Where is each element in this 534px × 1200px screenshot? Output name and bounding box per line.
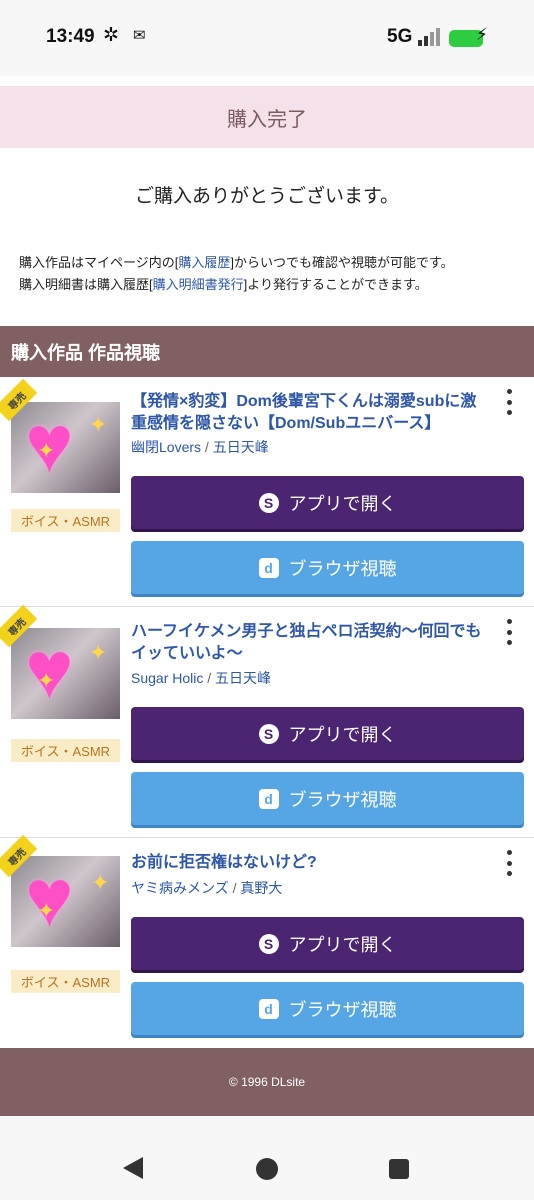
genre-badge: ボイス・ASMR (11, 970, 120, 993)
mail-icon: ✉ (133, 27, 146, 44)
network-type: 5G (387, 26, 413, 47)
divider (0, 606, 534, 607)
dlsite-app-icon: S (258, 492, 279, 513)
open-in-app-label: アプリで開く (288, 934, 397, 955)
work-title[interactable]: お前に拒否権はないけど? (131, 852, 491, 874)
open-in-app-button[interactable]: S アプリで開く (131, 476, 524, 529)
fan-icon: ✲ (103, 25, 119, 46)
genre-badge: ボイス・ASMR (11, 739, 120, 762)
browser-play-label: ブラウザ視聴 (288, 558, 397, 579)
author-link[interactable]: 五日天峰 (215, 670, 271, 686)
meta-separator: / (201, 439, 213, 455)
browser-play-label: ブラウザ視聴 (288, 789, 397, 810)
circle-link[interactable]: ヤミ病みメンズ (131, 880, 229, 896)
open-in-app-label: アプリで開く (288, 724, 397, 745)
open-in-app-button[interactable]: S アプリで開く (131, 707, 524, 760)
sparkle-icon: ✦ (91, 870, 110, 895)
browser-play-icon: d (258, 998, 279, 1019)
work-thumbnail[interactable]: ♥ ✦ ✦ (11, 856, 120, 947)
more-menu-icon[interactable] (500, 389, 518, 415)
divider (0, 837, 534, 838)
sparkle-icon: ✦ (37, 898, 56, 923)
sparkle-icon: ✦ (37, 668, 56, 693)
signal-icon (418, 28, 440, 46)
work-title[interactable]: 【発情×豹変】Dom後輩宮下くんは溺愛subに激重感情を隠さない【Dom/Sub… (131, 391, 491, 435)
sparkle-icon: ✦ (89, 640, 108, 665)
copyright: © 1996 DLsite (228, 1075, 306, 1089)
circle-link[interactable]: 幽閉Lovers (131, 439, 201, 455)
more-menu-icon[interactable] (500, 850, 518, 876)
page-title: 購入完了 (227, 108, 307, 131)
section-title: 購入作品 作品視聴 (11, 342, 161, 363)
browser-play-button[interactable]: d ブラウザ視聴 (131, 772, 524, 825)
sparkle-icon: ✦ (89, 412, 108, 437)
thanks-message: ご購入ありがとうございます。 (134, 186, 400, 207)
status-time: 13:49 (46, 26, 95, 47)
info-line-2: 購入明細書は購入履歴[購入明細書発行]より発行することができます。 (19, 274, 519, 296)
open-in-app-label: アプリで開く (288, 493, 397, 514)
work-meta: Sugar Holic / 五日天峰 (131, 668, 271, 688)
dlsite-app-icon: S (258, 723, 279, 744)
home-icon[interactable] (256, 1158, 278, 1180)
browser-play-icon: d (258, 788, 279, 809)
receipt-issue-link[interactable]: 購入明細書発行 (153, 277, 244, 292)
sparkle-icon: ✦ (37, 438, 56, 463)
back-icon[interactable] (123, 1157, 143, 1179)
info-line-1-prefix: 購入作品はマイページ内の[ (19, 255, 179, 270)
status-bar: 13:49 ✲ ✉ 5G ⚡ (0, 0, 534, 76)
recents-icon[interactable] (389, 1159, 409, 1179)
author-link[interactable]: 五日天峰 (213, 439, 269, 455)
work-thumbnail[interactable]: ♥ ✦ ✦ (11, 628, 120, 719)
meta-separator: / (228, 880, 241, 896)
author-link[interactable]: 真野大 (240, 880, 282, 896)
open-in-app-button[interactable]: S アプリで開く (131, 917, 524, 970)
genre-badge: ボイス・ASMR (11, 509, 120, 532)
more-menu-icon[interactable] (500, 619, 518, 645)
browser-play-button[interactable]: d ブラウザ視聴 (131, 541, 524, 594)
info-line-2-prefix: 購入明細書は購入履歴[ (19, 277, 153, 292)
work-thumbnail[interactable]: ♥ ✦ ✦ (11, 402, 120, 493)
circle-link[interactable]: Sugar Holic (131, 670, 203, 686)
meta-separator: / (203, 670, 216, 686)
info-line-1-suffix: ]からいつでも確認や視聴が可能です。 (230, 255, 454, 270)
page-title-band: 購入完了 (0, 86, 534, 148)
browser-play-icon: d (258, 557, 279, 578)
info-line-2-suffix: ]より発行することができます。 (243, 277, 428, 292)
section-header: 購入作品 作品視聴 (0, 326, 534, 377)
work-meta: ヤミ病みメンズ / 真野大 (131, 878, 282, 898)
info-line-1: 購入作品はマイページ内の[購入履歴]からいつでも確認や視聴が可能です。 (19, 252, 519, 274)
footer: © 1996 DLsite (0, 1048, 534, 1116)
work-meta: 幽閉Lovers / 五日天峰 (131, 437, 269, 457)
purchase-history-link[interactable]: 購入履歴 (178, 255, 230, 270)
work-title[interactable]: ハーフイケメン男子と独占ペロ活契約〜何回でもイッていいよ〜 (131, 621, 491, 665)
browser-play-button[interactable]: d ブラウザ視聴 (131, 982, 524, 1035)
browser-play-label: ブラウザ視聴 (288, 999, 397, 1020)
dlsite-app-icon: S (258, 933, 279, 954)
charging-icon: ⚡ (476, 25, 488, 44)
info-text: 購入作品はマイページ内の[購入履歴]からいつでも確認や視聴が可能です。 購入明細… (19, 252, 519, 296)
